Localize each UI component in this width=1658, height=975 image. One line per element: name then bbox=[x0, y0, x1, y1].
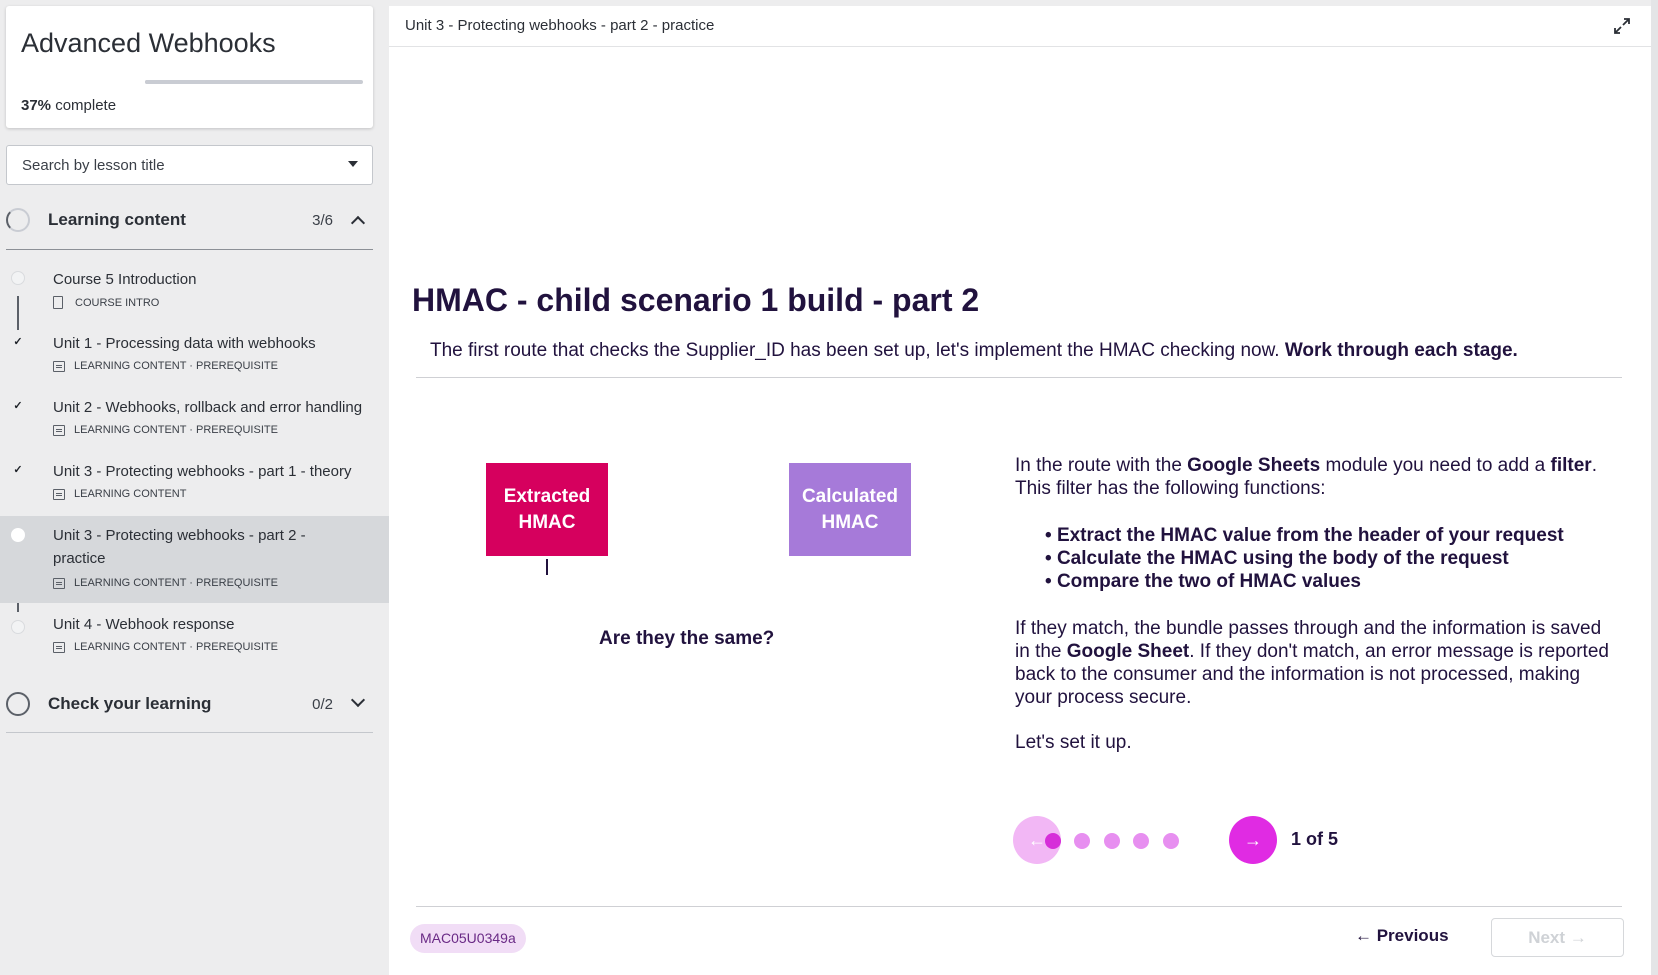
lesson-meta: LEARNING CONTENT bbox=[53, 488, 186, 500]
lesson-intro: The first route that checks the Supplier… bbox=[430, 340, 1518, 361]
expand-icon[interactable] bbox=[1613, 17, 1631, 35]
lesson-meta: COURSE INTRO bbox=[53, 296, 159, 309]
section-learning-content[interactable]: Learning content 3/6 bbox=[6, 196, 373, 244]
page-icon bbox=[53, 296, 63, 309]
section-divider bbox=[6, 732, 373, 733]
lesson-item-unit-1[interactable]: ✓ Unit 1 - Processing data with webhooks… bbox=[0, 326, 389, 390]
carousel-dot[interactable] bbox=[1044, 833, 1061, 849]
function-list: Extract the HMAC value from the header o… bbox=[1045, 524, 1615, 593]
course-progress-card: Advanced Webhooks 37% complete bbox=[6, 6, 373, 128]
lesson-content-panel: Unit 3 - Protecting webhooks - part 2 - … bbox=[389, 6, 1651, 975]
lesson-item-unit-3-part-2[interactable]: Unit 3 - Protecting webhooks - part 2 - … bbox=[0, 516, 389, 603]
lesson-title: Unit 4 - Webhook response bbox=[53, 616, 235, 633]
lesson-item-course-intro[interactable]: Course 5 Introduction COURSE INTRO bbox=[0, 262, 389, 326]
chevron-down-icon[interactable] bbox=[350, 692, 366, 708]
calculated-hmac-box: Calculated HMAC bbox=[789, 463, 911, 556]
lesson-status-node bbox=[11, 528, 25, 542]
lesson-title: Unit 3 - Protecting webhooks - part 1 - … bbox=[53, 463, 352, 480]
section-count: 3/6 bbox=[312, 211, 333, 229]
chevron-up-icon[interactable] bbox=[350, 215, 366, 231]
check-icon: ✓ bbox=[13, 336, 23, 348]
lesson-title: Unit 2 - Webhooks, rollback and error ha… bbox=[53, 399, 363, 416]
carousel-dot[interactable] bbox=[1133, 833, 1149, 849]
lesson-code-badge: MAC05U0349a bbox=[410, 924, 526, 953]
list-item: Calculate the HMAC using the body of the… bbox=[1045, 547, 1615, 570]
list-item: Compare the two of HMAC values bbox=[1045, 570, 1615, 593]
footer-divider bbox=[416, 906, 1622, 907]
lesson-meta: LEARNING CONTENT · PREREQUISITE bbox=[53, 577, 278, 589]
carousel-dot[interactable] bbox=[1103, 833, 1120, 849]
lesson-title: Course 5 Introduction bbox=[53, 271, 197, 288]
lesson-status-node bbox=[11, 620, 25, 634]
slides-icon bbox=[53, 424, 65, 436]
lesson-search[interactable] bbox=[6, 145, 373, 185]
lesson-item-unit-2[interactable]: ✓ Unit 2 - Webhooks, rollback and error … bbox=[0, 390, 389, 454]
lesson-item-unit-3-part-1[interactable]: ✓ Unit 3 - Protecting webhooks - part 1 … bbox=[0, 454, 389, 516]
page-title: HMAC - child scenario 1 build - part 2 bbox=[412, 282, 980, 318]
slides-icon bbox=[53, 577, 65, 589]
extracted-hmac-box: Extracted HMAC bbox=[486, 463, 608, 556]
slides-icon bbox=[53, 360, 65, 372]
lesson-title: Unit 1 - Processing data with webhooks bbox=[53, 335, 316, 352]
course-title: Advanced Webhooks bbox=[21, 28, 276, 58]
section-label: Learning content bbox=[48, 210, 186, 229]
comparison-question: Are they the same? bbox=[599, 628, 775, 649]
section-divider bbox=[6, 249, 373, 250]
step-description: In the route with the Google Sheets modu… bbox=[1015, 454, 1615, 754]
section-count: 0/2 bbox=[312, 695, 333, 713]
scrollbar[interactable] bbox=[1651, 0, 1658, 975]
progress-text: 37% complete bbox=[21, 97, 116, 114]
progress-bar bbox=[145, 80, 363, 84]
cursor-marker bbox=[546, 559, 548, 575]
lesson-meta: LEARNING CONTENT · PREREQUISITE bbox=[53, 424, 278, 436]
content-divider bbox=[416, 377, 1622, 378]
lesson-title: Unit 3 - Protecting webhooks - part 2 - … bbox=[53, 527, 306, 567]
progress-suffix: complete bbox=[55, 97, 117, 114]
lesson-item-unit-4[interactable]: Unit 4 - Webhook response LEARNING CONTE… bbox=[0, 611, 389, 675]
course-sidebar: Advanced Webhooks 37% complete Learning … bbox=[0, 0, 389, 975]
lesson-header-bar: Unit 3 - Protecting webhooks - part 2 - … bbox=[389, 6, 1651, 47]
lesson-status-node bbox=[11, 271, 25, 285]
section-check-your-learning[interactable]: Check your learning 0/2 bbox=[6, 680, 373, 728]
carousel-counter: 1 of 5 bbox=[1291, 829, 1339, 849]
chevron-down-icon[interactable] bbox=[348, 161, 358, 167]
progress-percent: 37% bbox=[21, 97, 52, 114]
slides-icon bbox=[53, 641, 65, 653]
carousel-dot[interactable] bbox=[1074, 833, 1090, 849]
lesson-meta: LEARNING CONTENT · PREREQUISITE bbox=[53, 641, 278, 653]
carousel-next-button[interactable]: → bbox=[1229, 816, 1277, 864]
next-button[interactable]: Next → bbox=[1491, 918, 1624, 957]
lesson-meta: LEARNING CONTENT · PREREQUISITE bbox=[53, 360, 278, 372]
section-label: Check your learning bbox=[48, 694, 212, 713]
breadcrumb: Unit 3 - Protecting webhooks - part 2 - … bbox=[405, 17, 715, 34]
section-progress-ring-icon bbox=[6, 208, 30, 232]
slides-icon bbox=[53, 488, 65, 500]
check-icon: ✓ bbox=[13, 464, 23, 476]
carousel-dot[interactable] bbox=[1162, 833, 1179, 849]
check-icon: ✓ bbox=[13, 400, 23, 412]
list-item: Extract the HMAC value from the header o… bbox=[1045, 524, 1615, 547]
arrow-right-icon: → bbox=[1244, 829, 1262, 850]
lesson-search-input[interactable] bbox=[22, 156, 332, 174]
previous-button[interactable]: ← Previous bbox=[1355, 926, 1449, 946]
progress-bar-fill bbox=[145, 80, 226, 84]
section-progress-ring-icon bbox=[6, 692, 30, 716]
arrow-left-icon: ← bbox=[1028, 829, 1046, 850]
